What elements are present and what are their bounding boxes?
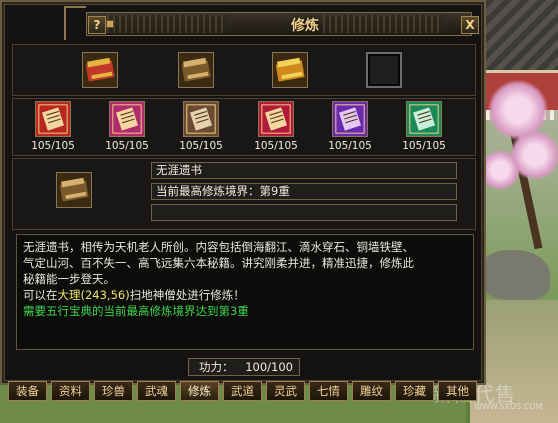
- title-ornament-left: [107, 15, 227, 33]
- empty-slot-icon[interactable]: [366, 52, 402, 88]
- close-button[interactable]: X: [461, 16, 479, 34]
- tab-5[interactable]: 武道: [223, 381, 262, 401]
- tab-6[interactable]: 灵武: [266, 381, 305, 401]
- tab-3[interactable]: 武魂: [137, 381, 176, 401]
- tab-2[interactable]: 珍兽: [94, 381, 133, 401]
- red-gold-book-icon: [83, 53, 117, 87]
- cultivation-book-slot[interactable]: [258, 101, 294, 137]
- location-suffix: 扫地神僧处进行修炼！: [129, 288, 245, 302]
- location-prefix: 可以在: [23, 288, 58, 302]
- book-count-label: 105/105: [402, 140, 446, 152]
- scene-rocks: [480, 250, 550, 300]
- top-book-slot[interactable]: [272, 52, 308, 88]
- extra-field: [151, 204, 457, 221]
- cultivation-book-slot[interactable]: [183, 101, 219, 137]
- blossom-icon: [480, 150, 520, 190]
- tab-9[interactable]: 珍藏: [395, 381, 434, 401]
- selected-book-slot[interactable]: [56, 172, 92, 208]
- crimson-scroll-book-icon: [259, 102, 293, 136]
- location-line: 可以在大理(243,56)扫地神僧处进行修炼！: [23, 287, 467, 303]
- tab-7[interactable]: 七情: [309, 381, 348, 401]
- power-display: 功力： 100/100: [188, 358, 300, 376]
- book-count-label: 105/105: [328, 140, 372, 152]
- power-value: 100/100: [245, 360, 293, 374]
- location-link[interactable]: 大理(243,56): [58, 288, 130, 302]
- tab-1[interactable]: 资料: [51, 381, 90, 401]
- book-count-label: 105/105: [105, 140, 149, 152]
- green-scroll-book-icon: [407, 102, 441, 136]
- tab-0[interactable]: 装备: [8, 381, 47, 401]
- cultivation-window: 修炼 ? X 105/105 105/105 105/105 105/105 105/1…: [0, 0, 486, 385]
- watermark-url: WWW.SXDS.COM: [474, 402, 543, 411]
- window-title: 修炼: [291, 18, 319, 34]
- tab-8[interactable]: 雕纹: [352, 381, 391, 401]
- title-bar[interactable]: 修炼: [86, 12, 472, 36]
- book-count-label: 105/105: [179, 140, 223, 152]
- brown-scroll-book-icon: [184, 102, 218, 136]
- description-box: 无涯遗书，相传为天机老人所创。内容包括倒海翻江、滴水穿石、铜墙铁壁、 气定山河、…: [16, 234, 474, 350]
- power-label: 功力：: [199, 360, 234, 374]
- book-name-field: 无涯遗书: [151, 162, 457, 179]
- tab-10[interactable]: 其他: [438, 381, 477, 401]
- scroll-bundle-icon: [179, 53, 213, 87]
- magenta-scroll-book-icon: [110, 102, 144, 136]
- requirement-line: 需要五行宝典的当前最高修炼境界达到第3重: [23, 304, 249, 318]
- tab-4[interactable]: 修炼: [180, 381, 219, 401]
- red-scroll-book-icon: [36, 102, 70, 136]
- description-line: 无涯遗书，相传为天机老人所创。内容包括倒海翻江、滴水穿石、铜墙铁壁、: [23, 240, 414, 254]
- cultivation-book-slot[interactable]: [109, 101, 145, 137]
- cultivation-book-slot[interactable]: [35, 101, 71, 137]
- top-book-slot[interactable]: [82, 52, 118, 88]
- book-count-label: 105/105: [31, 140, 75, 152]
- description-line: 秘籍能一步登天。: [23, 272, 115, 286]
- help-button[interactable]: ?: [88, 16, 106, 34]
- realm-field: 当前最高修炼境界：第9重: [151, 183, 457, 200]
- purple-scroll-book-icon: [333, 102, 367, 136]
- description-line: 气定山河、百不失一、高飞远集六本秘籍。讲究刚柔并进，精准迅捷，修炼此: [23, 256, 414, 270]
- corner-ornament: [64, 6, 86, 40]
- gold-book-icon: [273, 53, 307, 87]
- cultivation-book-slot[interactable]: [332, 101, 368, 137]
- scroll-bundle-icon: [57, 173, 91, 207]
- top-book-slot[interactable]: [178, 52, 214, 88]
- tab-bar: 装备 资料 珍兽 武魂 修炼 武道 灵武 七情 雕纹 珍藏 其他: [8, 381, 478, 401]
- title-pip-icon: [106, 20, 114, 28]
- cultivation-book-slot[interactable]: [406, 101, 442, 137]
- book-count-label: 105/105: [254, 140, 298, 152]
